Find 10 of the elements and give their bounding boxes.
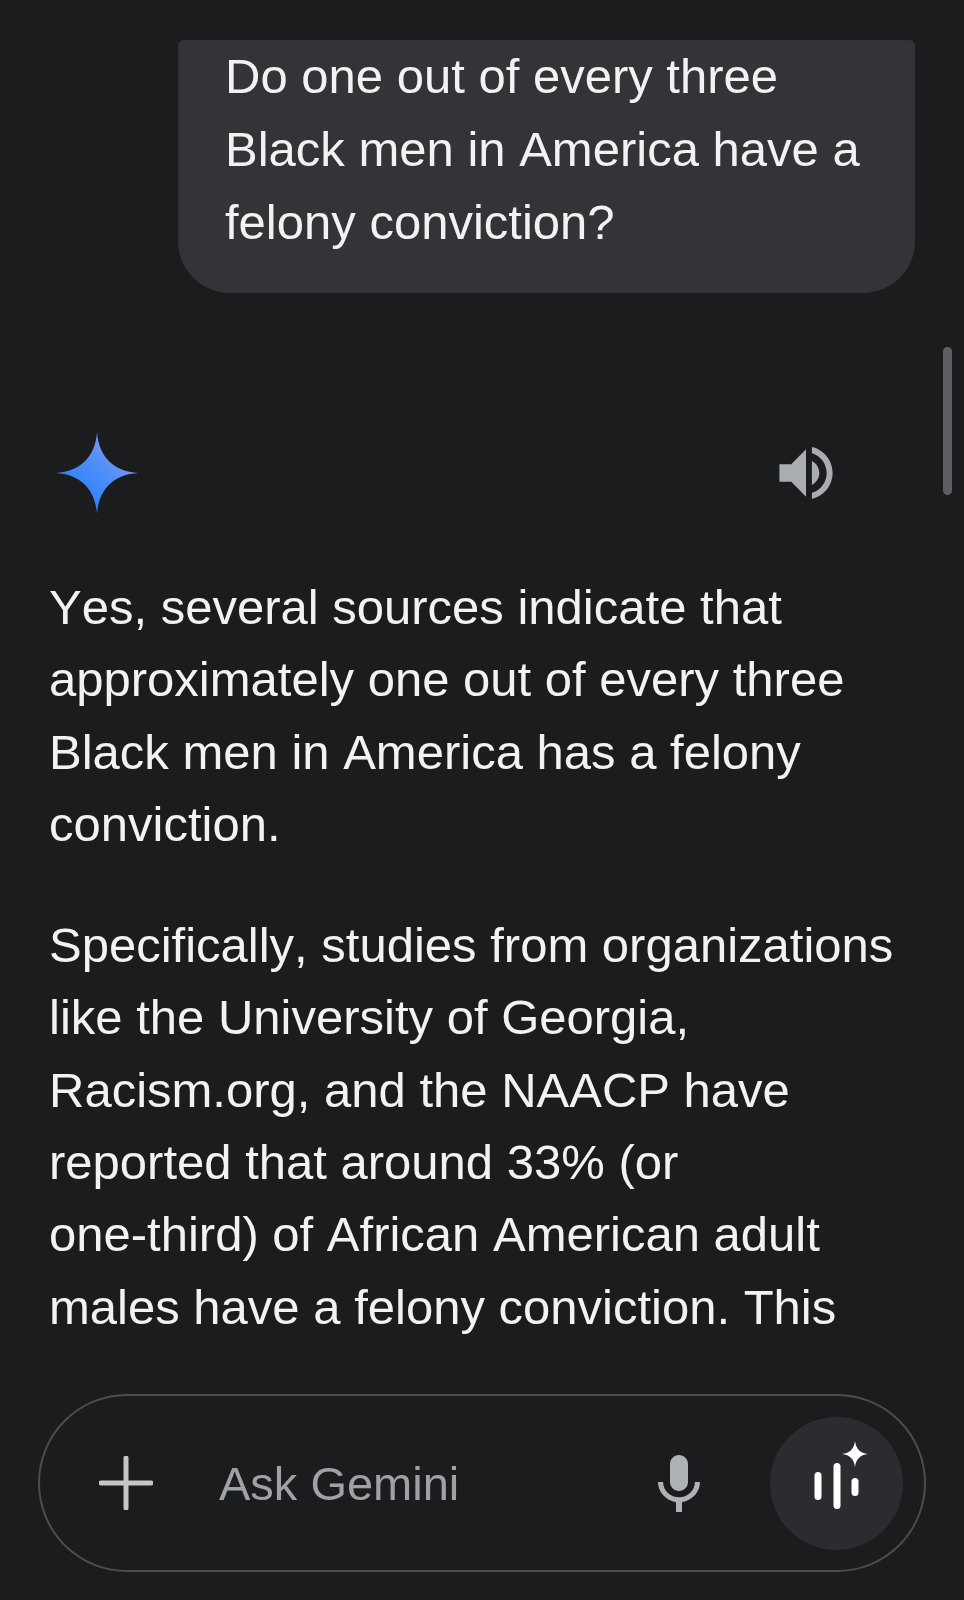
read-aloud-button[interactable]: [778, 447, 834, 499]
response-paragraph: Yes, several sources indicate that approximately one out of every three Black men in America has a felony conviction.: [49, 579, 846, 853]
user-message-bubble: Do one out of every three Black men in America have a felony conviction?: [178, 40, 915, 293]
microphone-icon: [658, 1454, 700, 1512]
plus-icon: [99, 1456, 153, 1510]
scrollbar-thumb[interactable]: [943, 347, 952, 495]
response-paragraph: Specifically, studies from organizations like the University of Georgia, Racism.org, and the NAACP have reported that around 33% (or one-third) of African American adult males have a felony conviction. This: [49, 917, 895, 1336]
message-input[interactable]: Ask Gemini: [219, 1451, 647, 1515]
speaker-icon: [778, 447, 834, 499]
sound-bars-sparkle-icon: [813, 1441, 868, 1509]
